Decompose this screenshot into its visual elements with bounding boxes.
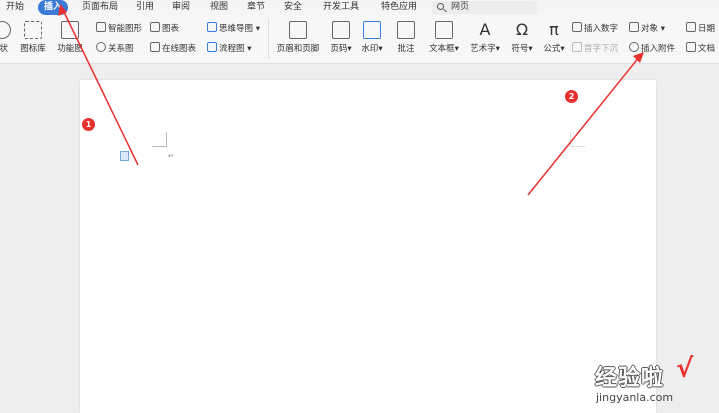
- annotation-arrows: [58, 4, 644, 196]
- step-badge-2: 2: [565, 90, 578, 103]
- checkmark-icon: √: [676, 354, 694, 384]
- arrow-head-attachment: [633, 52, 644, 63]
- arrow-to-attachment: [527, 55, 641, 196]
- arrow-to-insert-tab: [62, 9, 139, 166]
- site-watermark-url: jingyanla.com: [596, 391, 674, 404]
- step-badge-1: 1: [82, 118, 95, 131]
- site-watermark-text: 经验啦: [595, 366, 665, 391]
